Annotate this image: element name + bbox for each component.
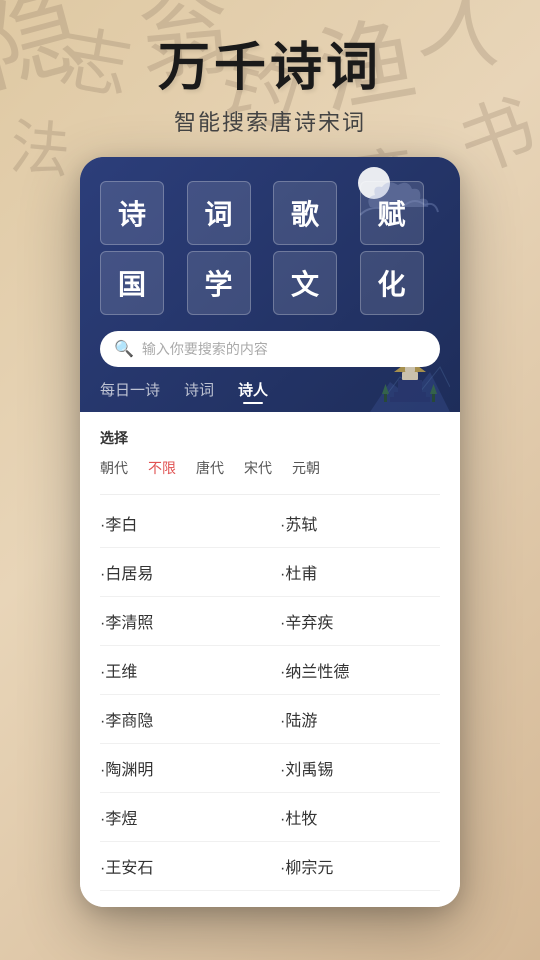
title-char-guo: 国 <box>100 251 164 315</box>
page-content: 万千诗词 智能搜索唐诗宋词 <box>0 0 540 960</box>
poet-item-xinqiji[interactable]: ·辛弃疾 <box>270 597 440 646</box>
content-area: 选择 朝代 不限 唐代 宋代 元朝 ·李白 ·苏轼 ·白居易 ·杜甫 ·李清照 … <box>80 412 460 907</box>
poet-item-sushi[interactable]: ·苏轼 <box>270 499 440 548</box>
title-char-hua: 化 <box>360 251 424 315</box>
title-grid: 诗 词 歌 赋 国 学 文 化 <box>100 181 440 315</box>
poet-item-liqingzhao[interactable]: ·李清照 <box>100 597 270 646</box>
title-char-ci: 词 <box>187 181 251 245</box>
poet-item-liuzongyuan[interactable]: ·柳宗元 <box>270 842 440 891</box>
dynasty-item-song[interactable]: 宋代 <box>244 458 272 478</box>
search-bar[interactable]: 🔍 输入你要搜索的内容 <box>100 331 440 367</box>
tabs-row: 每日一诗 诗词 诗人 <box>100 379 440 412</box>
tab-poem[interactable]: 诗词 <box>184 379 214 404</box>
poet-item-dufu[interactable]: ·杜甫 <box>270 548 440 597</box>
dynasty-item-label: 朝代 <box>100 458 128 478</box>
title-char-shi: 诗 <box>100 181 164 245</box>
dynasty-divider <box>100 494 440 495</box>
tab-daily-poem[interactable]: 每日一诗 <box>100 379 160 404</box>
section-label: 选择 <box>100 428 440 448</box>
poet-item-wanganshi[interactable]: ·王安石 <box>100 842 270 891</box>
title-char-xue: 学 <box>187 251 251 315</box>
dynasty-item-yuan[interactable]: 元朝 <box>292 458 320 478</box>
poet-item-wangwei[interactable]: ·王维 <box>100 646 270 695</box>
dynasty-item-tang[interactable]: 唐代 <box>196 458 224 478</box>
poet-item-liyu[interactable]: ·李煜 <box>100 793 270 842</box>
search-placeholder: 输入你要搜索的内容 <box>142 339 268 359</box>
poet-grid: ·李白 ·苏轼 ·白居易 ·杜甫 ·李清照 ·辛弃疾 ·王维 ·纳兰性德 ·李商… <box>100 499 440 891</box>
dynasty-item-unlimited[interactable]: 不限 <box>148 458 176 478</box>
dynasty-filter-row: 朝代 不限 唐代 宋代 元朝 <box>100 458 440 478</box>
poet-item-luyou[interactable]: ·陆游 <box>270 695 440 744</box>
poet-item-libai[interactable]: ·李白 <box>100 499 270 548</box>
phone-mockup: 诗 词 歌 赋 国 学 文 化 🔍 输入你要搜索的内容 每日一诗 诗词 诗人 <box>80 157 460 907</box>
sub-title: 智能搜索唐诗宋词 <box>158 105 382 137</box>
poet-item-nalansexing[interactable]: ·纳兰性德 <box>270 646 440 695</box>
poet-item-liuyuxi[interactable]: ·刘禹锡 <box>270 744 440 793</box>
poet-item-lishangyin[interactable]: ·李商隐 <box>100 695 270 744</box>
poet-item-duму[interactable]: ·杜牧 <box>270 793 440 842</box>
tab-poet[interactable]: 诗人 <box>238 379 268 404</box>
header-section: 万千诗词 智能搜索唐诗宋词 <box>158 0 382 137</box>
title-char-wen: 文 <box>273 251 337 315</box>
poet-item-taoyuanming[interactable]: ·陶渊明 <box>100 744 270 793</box>
main-title: 万千诗词 <box>158 40 382 97</box>
title-char-fu: 赋 <box>360 181 424 245</box>
title-char-ge: 歌 <box>273 181 337 245</box>
search-icon: 🔍 <box>114 339 134 359</box>
app-header: 诗 词 歌 赋 国 学 文 化 🔍 输入你要搜索的内容 每日一诗 诗词 诗人 <box>80 157 460 412</box>
poet-item-baijiuyi[interactable]: ·白居易 <box>100 548 270 597</box>
